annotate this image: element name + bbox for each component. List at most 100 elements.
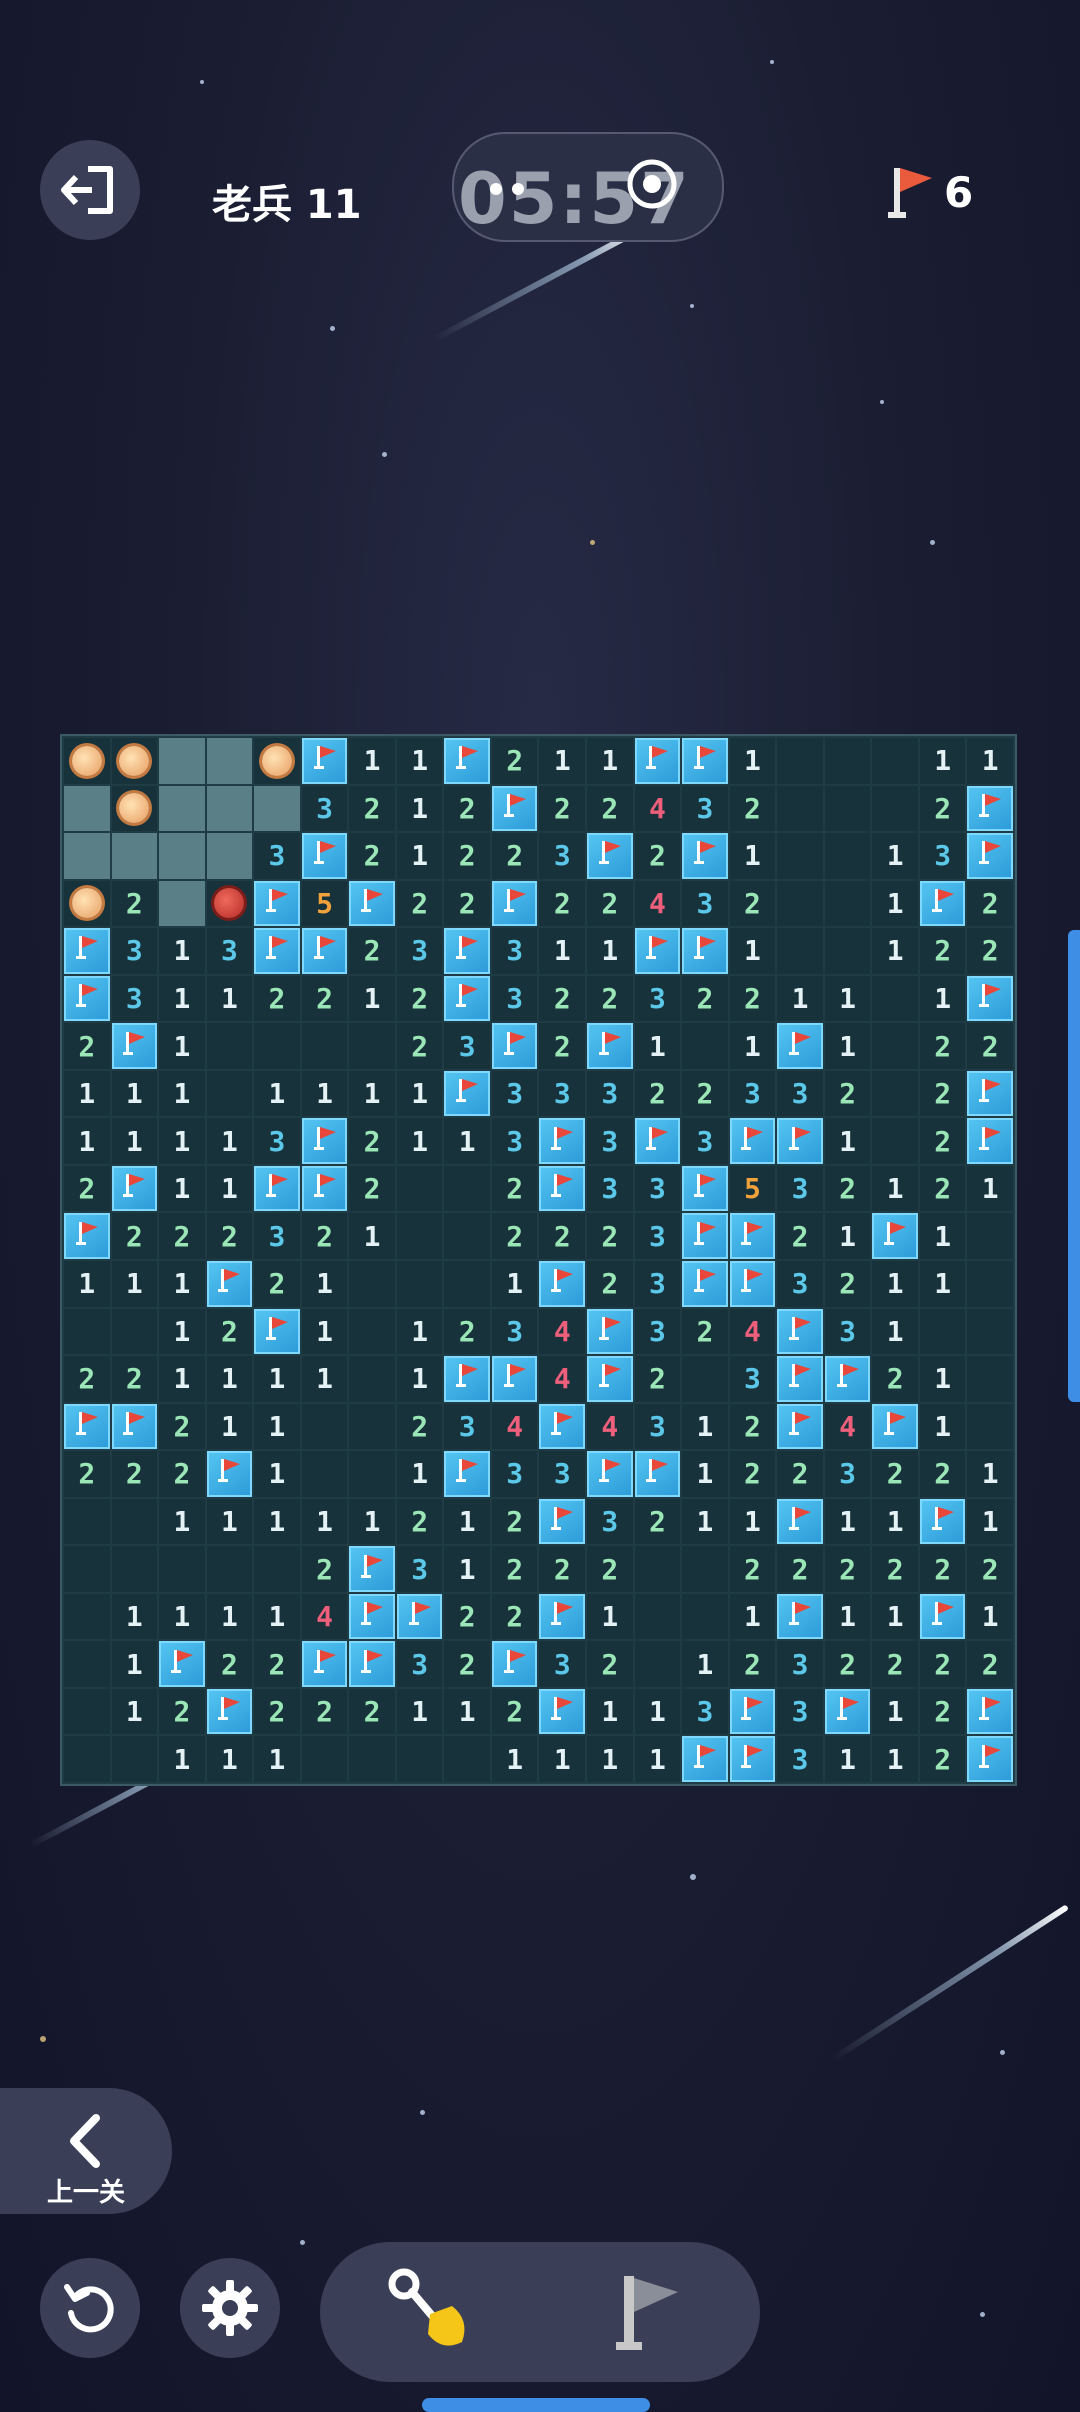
empty-cell[interactable] (349, 1451, 395, 1497)
number-cell[interactable]: 2 (539, 880, 586, 927)
flagged-cell[interactable] (301, 738, 348, 784)
empty-cell[interactable] (682, 1023, 728, 1069)
number-cell[interactable]: 2 (301, 1688, 348, 1735)
number-cell[interactable]: 2 (111, 1451, 158, 1497)
number-cell[interactable]: 2 (349, 1688, 395, 1735)
empty-cell[interactable] (159, 1546, 205, 1592)
shovel-tool-button[interactable] (380, 2262, 480, 2362)
empty-cell[interactable] (919, 1308, 966, 1355)
flagged-cell[interactable] (967, 1736, 1013, 1782)
scrollbar[interactable] (1068, 930, 1080, 1402)
number-cell[interactable]: 1 (824, 1736, 871, 1782)
number-cell[interactable]: 2 (824, 1070, 871, 1117)
mine-cell[interactable] (64, 738, 110, 784)
number-cell[interactable]: 2 (159, 1688, 205, 1735)
number-cell[interactable]: 3 (587, 1165, 633, 1212)
settings-button[interactable] (180, 2258, 280, 2358)
number-cell[interactable]: 2 (967, 1546, 1013, 1592)
number-cell[interactable]: 1 (967, 738, 1013, 784)
number-cell[interactable]: 1 (872, 1308, 918, 1355)
mine-cell[interactable] (64, 880, 110, 927)
number-cell[interactable]: 2 (491, 1593, 538, 1640)
number-cell[interactable]: 2 (682, 1070, 728, 1117)
flagged-cell[interactable] (682, 1165, 728, 1212)
number-cell[interactable]: 3 (254, 833, 300, 879)
number-cell[interactable]: 1 (539, 1736, 586, 1782)
number-cell[interactable]: 1 (872, 880, 918, 927)
flagged-cell[interactable] (872, 1403, 918, 1450)
number-cell[interactable]: 1 (967, 1498, 1013, 1545)
number-cell[interactable]: 2 (301, 1213, 348, 1259)
number-cell[interactable]: 2 (444, 880, 490, 927)
number-cell[interactable]: 1 (206, 1356, 253, 1402)
flagged-cell[interactable] (729, 1688, 776, 1735)
number-cell[interactable]: 3 (491, 975, 538, 1022)
number-cell[interactable]: 2 (539, 975, 586, 1022)
number-cell[interactable]: 1 (919, 1356, 966, 1402)
number-cell[interactable]: 1 (396, 1356, 443, 1402)
number-cell[interactable]: 2 (919, 1451, 966, 1497)
empty-cell[interactable] (967, 1356, 1013, 1402)
empty-cell[interactable] (444, 1165, 490, 1212)
covered-cell[interactable] (64, 785, 110, 832)
number-cell[interactable]: 2 (254, 1641, 300, 1687)
number-cell[interactable]: 2 (444, 1641, 490, 1687)
number-cell[interactable]: 1 (159, 928, 205, 974)
covered-cell[interactable] (159, 833, 205, 879)
restart-button[interactable] (40, 2258, 140, 2358)
number-cell[interactable]: 3 (111, 975, 158, 1022)
flagged-cell[interactable] (967, 1070, 1013, 1117)
flagged-cell[interactable] (824, 1688, 871, 1735)
number-cell[interactable]: 2 (729, 1451, 776, 1497)
empty-cell[interactable] (349, 1403, 395, 1450)
number-cell[interactable]: 2 (349, 833, 395, 879)
number-cell[interactable]: 1 (872, 1736, 918, 1782)
covered-cell[interactable] (206, 738, 253, 784)
flagged-cell[interactable] (159, 1641, 205, 1687)
number-cell[interactable]: 1 (777, 975, 823, 1022)
number-cell[interactable]: 1 (682, 1403, 728, 1450)
flagged-cell[interactable] (491, 785, 538, 832)
number-cell[interactable]: 2 (634, 1356, 681, 1402)
flagged-cell[interactable] (491, 1356, 538, 1402)
flagged-cell[interactable] (64, 1213, 110, 1259)
number-cell[interactable]: 2 (919, 1070, 966, 1117)
number-cell[interactable]: 3 (634, 975, 681, 1022)
number-cell[interactable]: 2 (587, 975, 633, 1022)
number-cell[interactable]: 3 (491, 1308, 538, 1355)
empty-cell[interactable] (444, 1261, 490, 1307)
number-cell[interactable]: 1 (349, 1070, 395, 1117)
number-cell[interactable]: 3 (254, 1213, 300, 1259)
number-cell[interactable]: 3 (539, 833, 586, 879)
number-cell[interactable]: 2 (967, 1023, 1013, 1069)
flagged-cell[interactable] (349, 880, 395, 927)
flagged-cell[interactable] (254, 928, 300, 974)
number-cell[interactable]: 2 (587, 1546, 633, 1592)
flagged-cell[interactable] (254, 1308, 300, 1355)
empty-cell[interactable] (111, 1498, 158, 1545)
number-cell[interactable]: 1 (254, 1451, 300, 1497)
empty-cell[interactable] (967, 1308, 1013, 1355)
number-cell[interactable]: 3 (396, 1641, 443, 1687)
number-cell[interactable]: 2 (634, 833, 681, 879)
mine-cell[interactable] (111, 785, 158, 832)
number-cell[interactable]: 1 (919, 1261, 966, 1307)
empty-cell[interactable] (206, 1546, 253, 1592)
flagged-cell[interactable] (824, 1356, 871, 1402)
number-cell[interactable]: 1 (111, 1641, 158, 1687)
number-cell[interactable]: 4 (539, 1308, 586, 1355)
number-cell[interactable]: 4 (587, 1403, 633, 1450)
empty-cell[interactable] (301, 1736, 348, 1782)
number-cell[interactable]: 5 (729, 1165, 776, 1212)
number-cell[interactable]: 3 (777, 1261, 823, 1307)
number-cell[interactable]: 1 (111, 1261, 158, 1307)
number-cell[interactable]: 3 (491, 1118, 538, 1164)
number-cell[interactable]: 3 (539, 1451, 586, 1497)
number-cell[interactable]: 3 (539, 1641, 586, 1687)
empty-cell[interactable] (824, 738, 871, 784)
flagged-cell[interactable] (539, 1403, 586, 1450)
number-cell[interactable]: 2 (254, 1261, 300, 1307)
flagged-cell[interactable] (539, 1498, 586, 1545)
number-cell[interactable]: 3 (634, 1403, 681, 1450)
empty-cell[interactable] (777, 928, 823, 974)
